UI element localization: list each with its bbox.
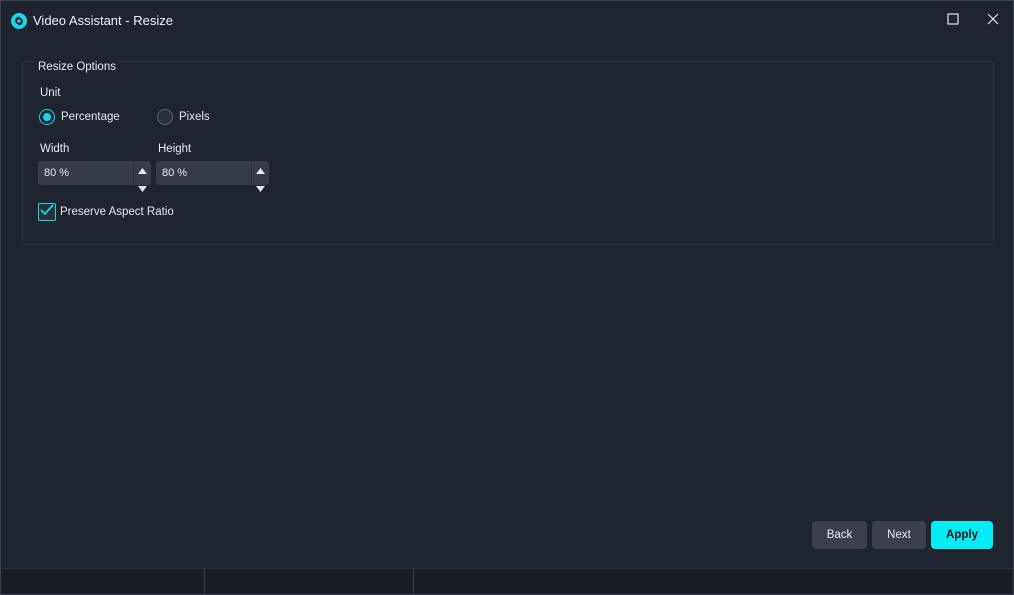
preserve-aspect-ratio-label: Preserve Aspect Ratio: [60, 206, 174, 218]
radio-percentage[interactable]: Percentage: [39, 109, 120, 125]
height-increment-button[interactable]: [252, 161, 269, 179]
width-spin-buttons: [133, 161, 151, 192]
height-decrement-button[interactable]: [252, 179, 269, 197]
status-cell-2: [205, 569, 414, 595]
group-title: Resize Options: [35, 61, 119, 73]
checkmark-icon: [40, 203, 54, 221]
width-label: Width: [40, 143, 70, 155]
arrow-up-icon: [138, 161, 147, 179]
height-input[interactable]: [156, 161, 251, 185]
maximize-icon: [947, 12, 959, 30]
status-bar: [1, 568, 1013, 595]
checkbox-indicator[interactable]: [38, 203, 56, 221]
width-spinbox[interactable]: [38, 161, 151, 192]
radio-pixels-indicator[interactable]: [157, 109, 173, 125]
close-icon: [987, 12, 999, 30]
radio-pixels[interactable]: Pixels: [157, 109, 210, 125]
title-bar: Video Assistant - Resize: [1, 1, 1013, 41]
arrow-up-icon: [256, 161, 265, 179]
app-logo-icon: [11, 13, 27, 29]
height-spin-buttons: [251, 161, 269, 192]
next-button[interactable]: Next: [872, 521, 926, 549]
close-button[interactable]: [973, 5, 1013, 37]
unit-label: Unit: [40, 87, 61, 99]
status-cell-1: [1, 569, 205, 595]
radio-percentage-indicator[interactable]: [39, 109, 55, 125]
radio-percentage-label: Percentage: [61, 111, 120, 123]
radio-pixels-label: Pixels: [179, 111, 210, 123]
width-input[interactable]: [38, 161, 133, 185]
resize-options-group: Resize Options Unit Percentage Pixels Wi…: [22, 61, 994, 245]
width-decrement-button[interactable]: [134, 179, 151, 197]
height-spinbox[interactable]: [156, 161, 269, 192]
preserve-aspect-ratio-checkbox[interactable]: Preserve Aspect Ratio: [38, 203, 174, 221]
width-increment-button[interactable]: [134, 161, 151, 179]
resize-dialog-window: Video Assistant - Resize Resize Options …: [0, 0, 1014, 595]
back-button[interactable]: Back: [812, 521, 867, 549]
arrow-down-icon: [138, 179, 147, 197]
window-title: Video Assistant - Resize: [33, 13, 173, 28]
height-label: Height: [158, 143, 192, 155]
arrow-down-icon: [256, 179, 265, 197]
maximize-button[interactable]: [933, 5, 973, 37]
apply-button[interactable]: Apply: [931, 521, 993, 549]
